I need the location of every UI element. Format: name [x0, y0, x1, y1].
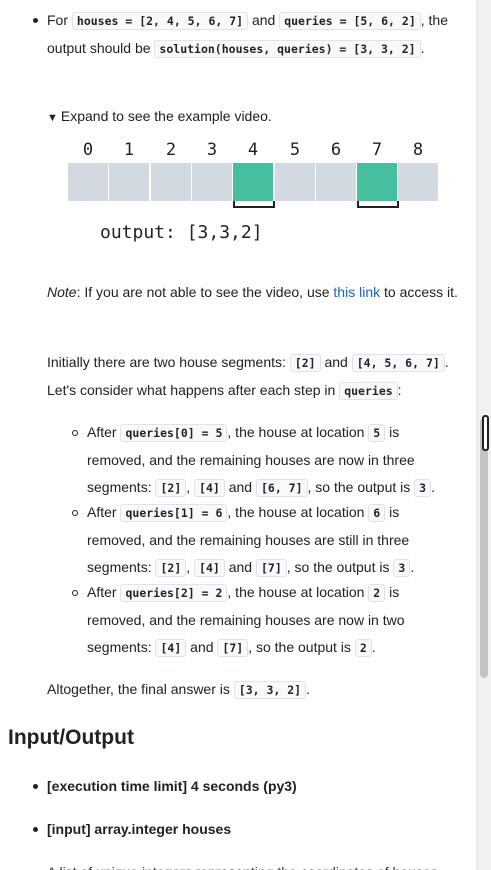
- segment-code: [4]: [155, 639, 187, 657]
- list-circle: [72, 430, 78, 436]
- section-heading: Input/Output: [8, 726, 134, 749]
- text: For: [47, 12, 72, 28]
- example-paragraph: For houses = [2, 4, 5, 6, 7] and queries…: [47, 7, 467, 63]
- house-cell: [275, 163, 315, 201]
- value-code: 2: [354, 639, 372, 657]
- solution-code: solution(houses, queries) = [3, 3, 2]: [154, 40, 421, 58]
- index-label: 3: [206, 140, 218, 160]
- segment-bracket: [233, 201, 275, 208]
- segment-code: [4, 5, 6, 7]: [351, 354, 445, 372]
- input-description: A list of unique integers representing t…: [47, 859, 467, 870]
- problem-description: For houses = [2, 4, 5, 6, 7] and queries…: [0, 0, 476, 870]
- bullet-dot: [33, 827, 38, 832]
- location-code: 2: [368, 584, 386, 602]
- house-cell-highlighted: [233, 163, 273, 201]
- bullet-dot: [33, 784, 38, 789]
- step-item: After queries[2] = 2, the house at locat…: [87, 584, 405, 657]
- triangle-down-icon: ▼: [47, 112, 58, 124]
- text: , so the output is: [307, 479, 415, 495]
- house-cell: [192, 163, 232, 201]
- video-output-text: output: [3,3,2]: [100, 222, 263, 243]
- text: .: [431, 479, 435, 495]
- list-circle: [72, 590, 78, 596]
- text: .: [420, 40, 425, 56]
- text: After: [87, 424, 121, 440]
- segment-code: [6, 7]: [255, 479, 308, 497]
- scrollbar-grip[interactable]: [482, 415, 489, 451]
- text: After: [87, 504, 121, 520]
- text: Initially there are two house segments:: [47, 354, 290, 370]
- segment-code: [2]: [155, 479, 187, 497]
- text: , the house at location: [227, 424, 369, 440]
- text: After: [87, 584, 121, 600]
- segment-code: [7]: [255, 559, 287, 577]
- text: .: [371, 639, 376, 655]
- time-limit-item: [execution time limit] 4 seconds (py3): [47, 778, 297, 794]
- text: .: [306, 681, 310, 697]
- house-cell: [316, 163, 356, 201]
- queries-code: queries: [339, 382, 398, 400]
- step-item: After queries[1] = 6, the house at locat…: [87, 504, 415, 577]
- text: Altogether, the final answer is: [47, 681, 234, 697]
- scrollbar-thumb[interactable]: [480, 418, 488, 678]
- answer-code: [3, 3, 2]: [233, 681, 307, 699]
- house-cell: [109, 163, 149, 201]
- text: : If you are not able to see the video, …: [76, 284, 334, 300]
- queries-code: queries = [5, 6, 2]: [279, 12, 421, 30]
- segment-code: [2]: [155, 559, 187, 577]
- index-label: 5: [289, 140, 301, 160]
- location-code: 6: [368, 504, 386, 522]
- index-label: 8: [412, 140, 424, 160]
- text: and: [248, 12, 280, 28]
- video-link[interactable]: this link: [333, 284, 380, 300]
- text: and: [320, 354, 352, 370]
- index-label: 0: [82, 140, 94, 160]
- input-houses-item: [input] array.integer houses: [47, 821, 232, 837]
- value-code: 3: [414, 479, 432, 497]
- text: to access it.: [380, 284, 458, 300]
- index-label: 2: [165, 140, 177, 160]
- index-label: 4: [247, 140, 259, 160]
- house-cell: [398, 163, 438, 201]
- segment-code: [4]: [194, 559, 225, 577]
- segment-code: [7]: [217, 639, 249, 657]
- list-circle: [72, 510, 78, 516]
- text: :: [397, 382, 402, 398]
- expander-label: Expand to see the example video.: [60, 108, 272, 124]
- value-code: 3: [393, 559, 411, 577]
- index-label: 1: [123, 140, 135, 160]
- text: .: [410, 559, 415, 575]
- house-cell: [68, 163, 108, 201]
- text: , so the output is: [248, 639, 355, 655]
- index-label: 7: [371, 140, 383, 160]
- note-paragraph: Note: If you are not able to see the vid…: [47, 279, 467, 306]
- example-video[interactable]: 0 1 2 3 4 5 6 7 8 output: [3,3,2]: [68, 138, 440, 248]
- house-cell: [151, 163, 191, 201]
- query-code: queries[2] = 2: [120, 584, 228, 602]
- note-label: Note: [47, 284, 77, 300]
- query-code: queries[0] = 5: [120, 424, 228, 442]
- text: , the house at location: [227, 584, 369, 600]
- altogether-paragraph: Altogether, the final answer is [3, 3, 2…: [47, 676, 467, 704]
- houses-code: houses = [2, 4, 5, 6, 7]: [71, 12, 249, 30]
- location-code: 5: [368, 424, 386, 442]
- query-code: queries[1] = 6: [120, 504, 228, 522]
- initially-paragraph: Initially there are two house segments: …: [47, 349, 467, 405]
- text: , the house at location: [227, 504, 369, 520]
- step-item: After queries[0] = 5, the house at locat…: [87, 424, 435, 497]
- house-cell-highlighted: [357, 163, 397, 201]
- bullet-dot: [33, 18, 38, 23]
- text: , so the output is: [286, 559, 394, 575]
- index-label: 6: [330, 140, 342, 160]
- segment-code: [2]: [289, 354, 321, 372]
- expand-video-toggle[interactable]: ▼ Expand to see the example video.: [47, 107, 272, 127]
- segment-code: [4]: [194, 479, 225, 497]
- segment-bracket: [357, 201, 399, 208]
